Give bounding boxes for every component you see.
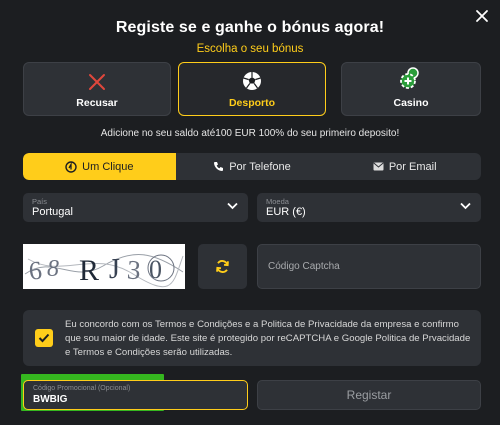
register-button[interactable]: Registar [257, 380, 481, 410]
bonus-option-casino[interactable]: Casino [341, 62, 481, 116]
bonus-note: Adicione no seu saldo até100 EUR 100% do… [100, 128, 400, 139]
phone-icon [214, 162, 224, 171]
tab-email[interactable]: Por Email [328, 153, 481, 180]
country-select[interactable]: País Portugal [23, 193, 248, 222]
svg-text:J: J [109, 254, 120, 285]
captcha-input[interactable] [257, 244, 481, 289]
terms-box: Eu concordo com os Termos e Condições e … [23, 310, 481, 366]
svg-text:8: 8 [47, 256, 59, 282]
promo-code-field[interactable]: Código Promocional (Opcional) BWBIG [23, 380, 248, 410]
svg-text:R: R [79, 254, 99, 287]
refresh-icon [216, 260, 229, 273]
tab-one-click[interactable]: Um Clique [23, 153, 176, 180]
promo-code-label: Código Promocional (Opcional) [33, 385, 131, 392]
tab-label: Por Email [388, 160, 437, 173]
captcha-refresh-button[interactable] [198, 244, 247, 289]
currency-label: Moeda [266, 197, 289, 206]
tab-label: Por Telefone [229, 160, 291, 173]
chevron-down-icon [460, 202, 471, 210]
svg-text:3: 3 [126, 254, 142, 285]
bonus-options: Recusar Desporto Casino [23, 62, 481, 116]
bonus-option-label: Casino [393, 97, 429, 109]
email-icon [373, 162, 384, 171]
bonus-option-label: Recusar [76, 97, 118, 109]
captcha-graphic: 6 8 R J 3 0 [23, 244, 185, 289]
terms-checkbox[interactable] [35, 329, 53, 347]
soccer-ball-icon [243, 72, 261, 90]
tab-phone[interactable]: Por Telefone [176, 153, 329, 180]
tab-label: Um Clique [82, 160, 134, 173]
promo-code-value: BWBIG [33, 394, 68, 405]
bonus-subtitle: Escolha o seu bónus [196, 43, 304, 55]
bonus-option-label: Desporto [228, 97, 276, 109]
captcha-image: 6 8 R J 3 0 [23, 244, 185, 289]
bonus-option-sport[interactable]: Desporto [178, 62, 326, 116]
registration-tabs: Um Clique Por Telefone Por Email [23, 153, 481, 180]
terms-text: Eu concordo com os Termos e Condições e … [65, 319, 471, 358]
currency-select[interactable]: Moeda EUR (€) [257, 193, 481, 222]
casino-chips-icon [400, 67, 419, 89]
one-click-icon [65, 160, 77, 173]
checkmark-icon [38, 333, 50, 343]
chevron-down-icon [227, 202, 238, 210]
bonus-option-decline[interactable]: Recusar [23, 62, 171, 116]
page-title: Registe se e ganhe o bónus agora! [115, 19, 385, 36]
country-value: Portugal [32, 206, 73, 218]
country-label: País [32, 197, 48, 206]
currency-value: EUR (€) [266, 206, 306, 218]
close-x-icon [89, 74, 105, 90]
